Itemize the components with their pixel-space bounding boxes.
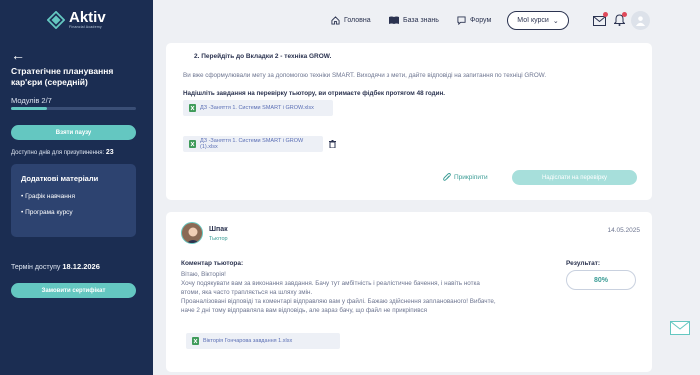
comment-line: наче 2 дні тому відправляла вам відповід… [181, 307, 428, 314]
sidebar: Aktiv Financial Academy ← Стратегічне пл… [0, 0, 153, 375]
order-certificate-button[interactable]: Замовити сертифікат [11, 283, 136, 298]
task-intro: Ви вже сформулювали мету за допомогою те… [183, 72, 547, 79]
modules-count: Модулів 2/7 [11, 96, 52, 105]
task-card: 2. Перейдіть до Вкладки 2 - техніка GROW… [166, 43, 652, 200]
extra-materials-panel: Додаткові матеріали • Графік навчання • … [11, 164, 136, 237]
pause-button[interactable]: Взяти паузу [11, 125, 136, 140]
spreadsheet-file-icon [189, 104, 196, 112]
notifications-button[interactable] [613, 12, 627, 31]
nav-home[interactable]: Головна [331, 16, 371, 25]
step-title: 2. Перейдіть до Вкладки 2 - техніка GROW… [194, 53, 332, 60]
comment-line: Вітаю, Вікторія! [181, 271, 226, 278]
messages-badge [603, 12, 608, 17]
task-file-template-name: ДЗ -Заняття 1. Системи SMART і GROW.xlsx [200, 105, 314, 111]
pause-days-label: Доступно днів для призупинення: [11, 150, 105, 156]
notifications-badge [622, 12, 627, 17]
top-navigation: Головна База знань Форум Мої курси ⌄ [153, 0, 700, 42]
logo-icon [47, 11, 65, 29]
chat-icon [457, 16, 466, 25]
spreadsheet-file-icon [192, 337, 199, 345]
review-date: 14.05.2025 [607, 227, 640, 234]
access-term: Термін доступу 18.12.2026 [11, 262, 100, 271]
attach-button[interactable]: Прикріпити [443, 173, 488, 182]
brand-tagline: Financial Academy [69, 25, 102, 29]
course-title: Стратегічне планування кар'єри (середній… [11, 66, 114, 87]
back-arrow-icon[interactable]: ← [11, 47, 25, 63]
spreadsheet-file-icon [189, 140, 196, 148]
floating-mail-icon[interactable] [670, 321, 690, 335]
user-avatar[interactable] [631, 11, 650, 30]
my-courses-dropdown[interactable]: Мої курси ⌄ [507, 11, 569, 30]
materials-link-schedule[interactable]: • Графік навчання [21, 193, 126, 200]
tutor-avatar [181, 222, 203, 244]
pause-days-value: 23 [105, 149, 114, 156]
access-label: Термін доступу [11, 264, 61, 271]
nav-knowledge-label: База знань [403, 16, 439, 24]
materials-title: Додаткові матеріали [21, 174, 99, 183]
comment-line: втоми, яка часто трапляється на шляху зм… [181, 289, 313, 296]
nav-home-label: Головна [344, 17, 371, 24]
attach-label: Прикріпити [454, 174, 488, 181]
brand-logo[interactable]: Aktiv Financial Academy [47, 9, 106, 29]
envelope-icon [593, 16, 606, 26]
task-file-template[interactable]: ДЗ -Заняття 1. Системи SMART і GROW.xlsx [183, 100, 333, 116]
nav-knowledge-base[interactable]: База знань [389, 16, 439, 24]
task-file-uploaded-ext: (1).xlsx [200, 144, 218, 150]
tutor-name: Шпак [209, 226, 228, 233]
nav-forum[interactable]: Форум [457, 16, 491, 25]
course-progress-fill [11, 107, 48, 110]
submit-note: Надішліть завдання на перевірку тьютору,… [183, 90, 446, 97]
messages-button[interactable] [593, 12, 608, 31]
paperclip-icon [443, 173, 451, 181]
tutor-feedback-file-name: Вікторія Гончарова завдання 1.xlsx [203, 338, 293, 344]
result-score: 80% [566, 270, 636, 290]
task-file-uploaded[interactable]: ДЗ -Заняття 1. Системи SMART і GROW (1).… [183, 136, 323, 152]
comment-title: Коментар тьютора: [181, 260, 244, 267]
brand-name: Aktiv [69, 9, 106, 26]
course-progress-bar [11, 107, 136, 110]
tutor-photo [182, 223, 202, 243]
book-icon [389, 16, 399, 24]
nav-forum-label: Форум [470, 17, 492, 24]
user-icon [635, 16, 646, 26]
send-for-review-button[interactable]: Надіслати на перевірку [512, 170, 637, 185]
result-title: Результат: [566, 260, 601, 267]
tutor-feedback-file[interactable]: Вікторія Гончарова завдання 1.xlsx [186, 333, 340, 349]
access-date: 18.12.2026 [62, 262, 100, 271]
pause-days-available: Доступно днів для призупинення: 23 [11, 149, 114, 156]
comment-line: Хочу подякувати вам за виконання завданн… [181, 280, 480, 287]
materials-link-program[interactable]: • Програма курсу [21, 209, 126, 216]
comment-line: Проаналізовані відповіді та коментарі ві… [181, 298, 496, 305]
home-icon [331, 16, 340, 25]
chevron-down-icon: ⌄ [552, 17, 559, 25]
trash-icon[interactable] [329, 140, 336, 148]
tutor-role: Тьютор [209, 236, 228, 242]
tutor-review-card: Шпак Тьютор 14.05.2025 Коментар тьютора:… [166, 212, 652, 372]
my-courses-label: Мої курси [517, 17, 549, 24]
